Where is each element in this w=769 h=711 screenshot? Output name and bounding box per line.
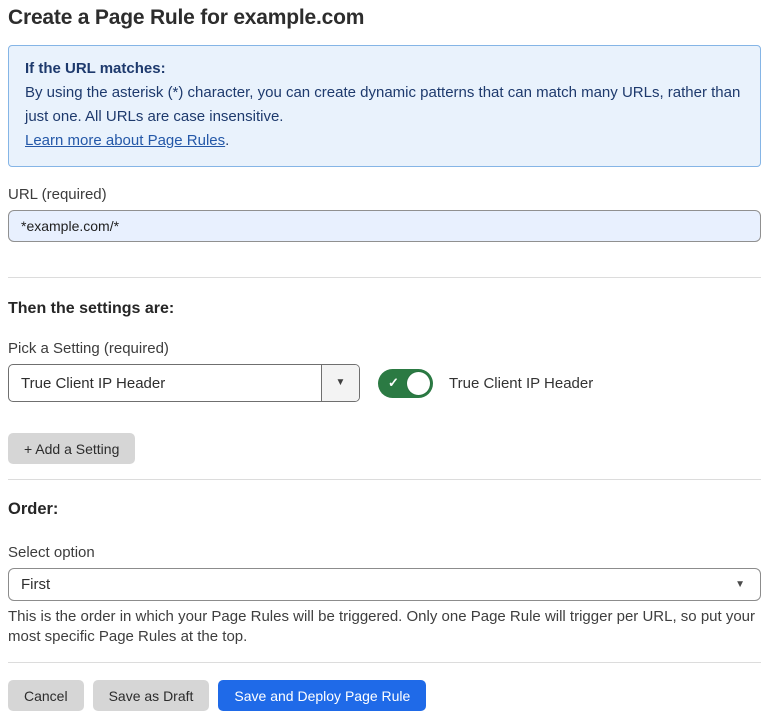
setting-select-arrow-button[interactable]: ▼ — [321, 365, 359, 401]
save-and-deploy-button[interactable]: Save and Deploy Page Rule — [218, 680, 426, 711]
divider — [8, 277, 761, 278]
toggle-knob — [407, 372, 430, 395]
caret-down-icon: ▼ — [336, 378, 346, 388]
setting-select-value: True Client IP Header — [9, 365, 321, 401]
save-as-draft-button[interactable]: Save as Draft — [93, 680, 210, 711]
setting-picker-label: Pick a Setting (required) — [8, 340, 761, 357]
url-match-info-box: If the URL matches: By using the asteris… — [8, 45, 761, 167]
info-box-link-line: Learn more about Page Rules. — [25, 129, 744, 153]
info-box-body: By using the asterisk (*) character, you… — [25, 81, 744, 129]
order-help-text: This is the order in which your Page Rul… — [8, 607, 761, 647]
setting-toggle-label: True Client IP Header — [449, 375, 593, 392]
learn-more-link[interactable]: Learn more about Page Rules — [25, 132, 225, 149]
cancel-button[interactable]: Cancel — [8, 680, 84, 711]
divider — [8, 479, 761, 480]
setting-select[interactable]: True Client IP Header ▼ — [8, 364, 360, 402]
check-icon: ✓ — [388, 375, 399, 391]
order-select-label: Select option — [8, 544, 761, 561]
caret-down-icon: ▼ — [735, 580, 745, 590]
settings-section-heading: Then the settings are: — [8, 300, 761, 318]
link-suffix: . — [225, 132, 229, 149]
setting-row: True Client IP Header ▼ ✓ True Client IP… — [8, 364, 761, 402]
page-title: Create a Page Rule for example.com — [8, 6, 761, 30]
info-box-heading: If the URL matches: — [25, 57, 744, 81]
setting-toggle[interactable]: ✓ — [378, 369, 433, 398]
url-field-label: URL (required) — [8, 186, 761, 203]
add-setting-button[interactable]: + Add a Setting — [8, 433, 135, 464]
divider — [8, 662, 761, 663]
order-section-heading: Order: — [8, 500, 761, 519]
action-button-row: Cancel Save as Draft Save and Deploy Pag… — [8, 680, 761, 711]
order-select[interactable]: First ▼ — [8, 568, 761, 601]
order-select-value: First — [21, 576, 50, 593]
url-input[interactable] — [8, 210, 761, 242]
